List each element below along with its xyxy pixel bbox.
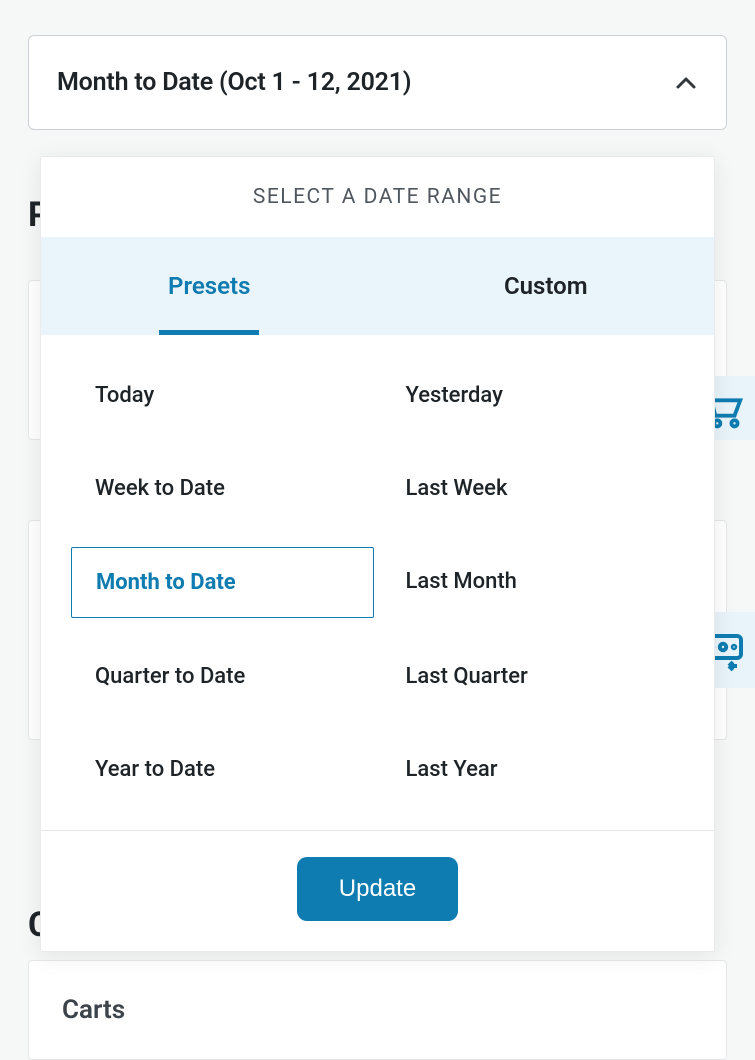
tab-presets[interactable]: Presets [41, 237, 378, 335]
panel-footer: Update [41, 830, 714, 951]
preset-last-quarter[interactable]: Last Quarter [382, 642, 685, 711]
panel-tabs: Presets Custom [41, 237, 714, 335]
preset-month-to-date[interactable]: Month to Date [71, 547, 374, 618]
preset-quarter-to-date[interactable]: Quarter to Date [71, 642, 374, 711]
panel-title: SELECT A DATE RANGE [41, 157, 714, 237]
tab-custom-label: Custom [504, 272, 588, 300]
chevron-up-icon [674, 71, 698, 95]
preset-week-to-date[interactable]: Week to Date [71, 454, 374, 523]
tab-presets-label: Presets [168, 272, 250, 300]
date-range-selector[interactable]: Month to Date (Oct 1 - 12, 2021) [28, 35, 727, 130]
carts-title: Carts [62, 995, 125, 1025]
tab-custom[interactable]: Custom [378, 237, 715, 335]
presets-grid: Today Yesterday Week to Date Last Week M… [41, 335, 714, 830]
date-range-selected-label: Month to Date (Oct 1 - 12, 2021) [57, 68, 411, 97]
preset-last-month[interactable]: Last Month [382, 547, 685, 618]
preset-yesterday[interactable]: Yesterday [382, 361, 685, 430]
update-button[interactable]: Update [297, 857, 458, 921]
preset-year-to-date[interactable]: Year to Date [71, 735, 374, 804]
preset-last-week[interactable]: Last Week [382, 454, 685, 523]
preset-last-year[interactable]: Last Year [382, 735, 685, 804]
date-range-panel: SELECT A DATE RANGE Presets Custom Today… [40, 156, 715, 952]
preset-today[interactable]: Today [71, 361, 374, 430]
bg-card [28, 960, 727, 1060]
